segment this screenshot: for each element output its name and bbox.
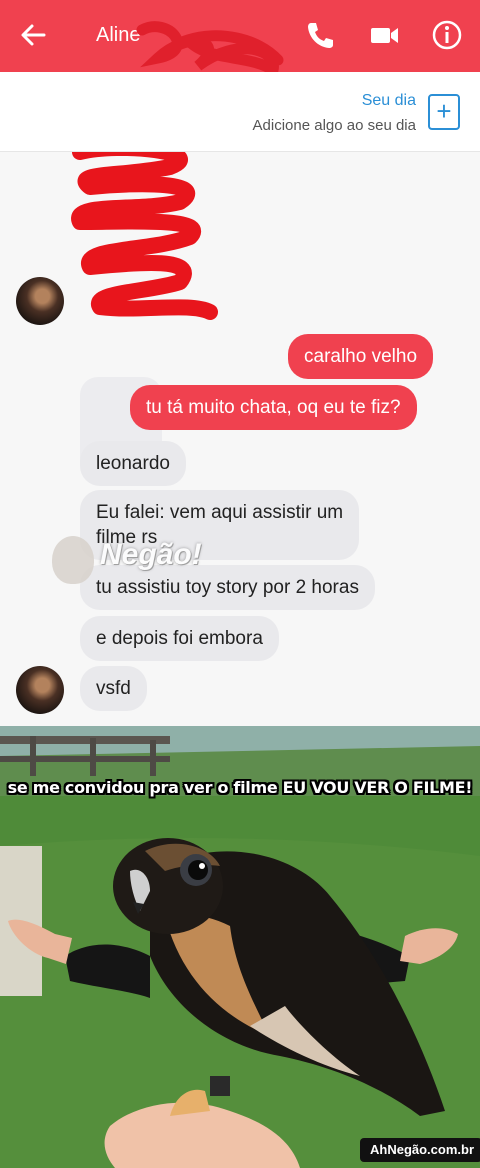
incoming-message[interactable]: leonardo — [80, 441, 186, 486]
phone-icon[interactable] — [303, 18, 337, 52]
arrow-left-icon[interactable] — [18, 20, 48, 50]
video-camera-icon[interactable] — [367, 18, 401, 52]
info-icon[interactable] — [430, 18, 464, 52]
your-day-title[interactable]: Seu dia — [362, 92, 416, 110]
your-day-strip: Seu dia Adicione algo ao seu dia + — [0, 72, 480, 152]
conversation-header: Aline — [0, 0, 480, 79]
meme-image: se me convidou pra ver o filme EU VOU VE… — [0, 726, 480, 1168]
plus-icon[interactable]: + — [428, 94, 460, 130]
redaction-scribble — [136, 21, 284, 79]
watermark: Negão! — [48, 530, 218, 590]
meme-caption: se me convidou pra ver o filme EU VOU VE… — [7, 778, 473, 797]
incoming-message[interactable]: vsfd — [80, 666, 147, 711]
outgoing-message[interactable]: caralho velho — [288, 334, 434, 379]
redaction-scribble — [71, 152, 218, 320]
avatar[interactable] — [16, 277, 64, 325]
site-badge: AhNegão.com.br — [360, 1138, 480, 1162]
watermark-face-icon — [52, 536, 94, 584]
your-day-subtitle: Adicione algo ao seu dia — [252, 117, 416, 134]
incoming-message[interactable]: e depois foi embora — [80, 616, 279, 661]
outgoing-message[interactable]: tu tá muito chata, oq eu te fiz? — [130, 385, 417, 430]
avatar[interactable] — [16, 666, 64, 714]
watermark-text: Negão! — [100, 538, 202, 571]
message-list: caralho velho tu tá muito chata, oq eu t… — [0, 152, 480, 726]
